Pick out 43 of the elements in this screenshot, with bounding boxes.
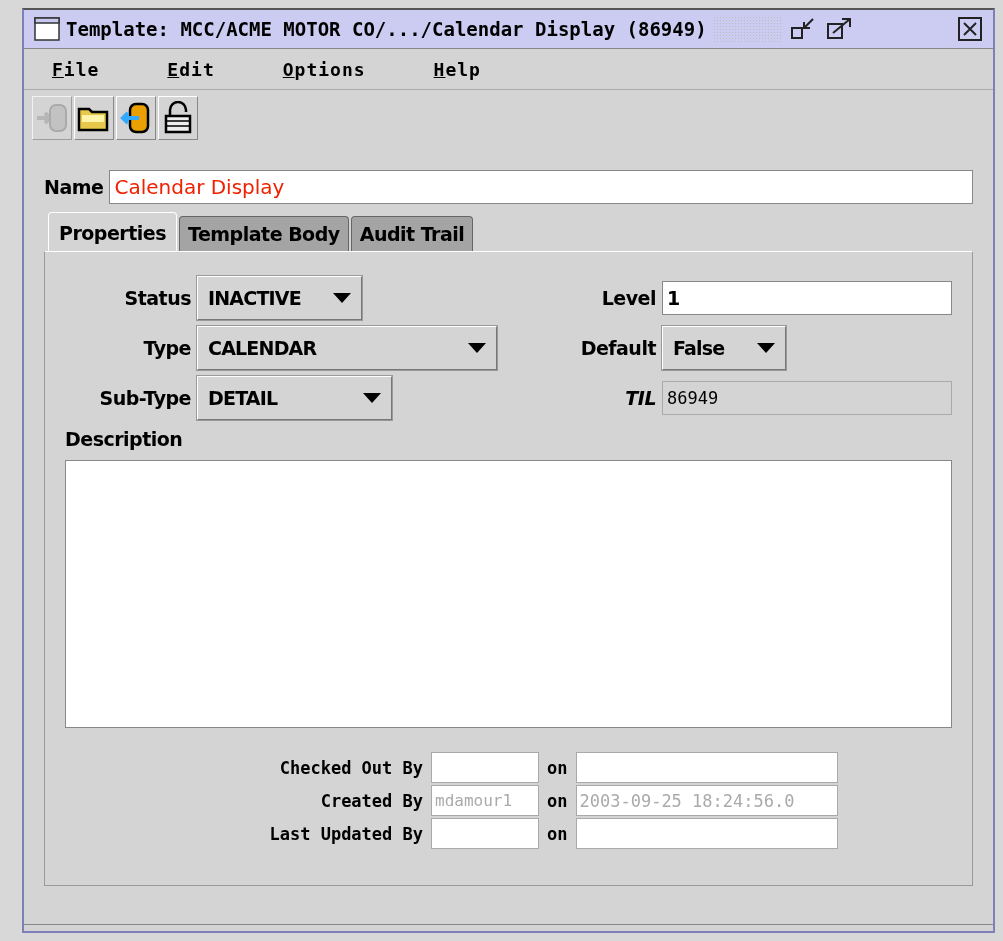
window-icon: [34, 17, 60, 41]
folder-button[interactable]: [74, 96, 114, 140]
on-label: on: [547, 790, 568, 811]
dropdown-arrow-icon: [363, 393, 381, 403]
name-field[interactable]: Calendar Display: [109, 170, 973, 204]
menu-item[interactable]: Options: [282, 58, 366, 80]
tab[interactable]: Audit Trail: [350, 216, 474, 251]
description-field[interactable]: [65, 460, 952, 728]
menu-item[interactable]: File: [52, 58, 100, 80]
tab[interactable]: Template Body: [179, 216, 349, 251]
dropdown-arrow-icon: [468, 343, 486, 353]
tab[interactable]: Properties: [48, 212, 177, 251]
name-label: Name: [44, 176, 104, 198]
dropdown[interactable]: DETAIL: [197, 376, 392, 420]
field-label: Default: [579, 337, 656, 359]
level-field[interactable]: 1: [662, 281, 952, 315]
dropdown[interactable]: INACTIVE: [197, 276, 362, 320]
field-label: Sub-Type: [98, 387, 191, 409]
description-label: Description: [65, 428, 184, 450]
audit-label: Checked Out By: [278, 757, 423, 778]
field-label: Status: [123, 287, 191, 309]
date-field[interactable]: [575, 752, 838, 783]
field-label: Level: [600, 287, 656, 309]
on-label: on: [547, 757, 568, 778]
cylinder-button[interactable]: [116, 96, 156, 140]
dropdown-arrow-icon: [757, 343, 775, 353]
window-title: Template: MCC/ACME MOTOR CO/.../Calendar Display (86949): [66, 18, 707, 40]
field-label: TIL: [624, 387, 656, 409]
menu-item[interactable]: Edit: [167, 58, 215, 80]
date-field[interactable]: [575, 818, 838, 849]
field-label: Type: [142, 337, 191, 359]
user-field[interactable]: [431, 752, 539, 783]
menu-item[interactable]: Help: [433, 58, 481, 80]
on-label: on: [547, 823, 568, 844]
user-field[interactable]: [431, 818, 539, 849]
dropdown-arrow-icon: [333, 293, 351, 303]
dropdown[interactable]: False: [662, 326, 786, 370]
close-icon[interactable]: [957, 16, 983, 42]
audit-label: Last Updated By: [269, 823, 423, 844]
id-field[interactable]: 86949: [662, 381, 952, 415]
padlock-button[interactable]: [158, 96, 198, 140]
audit-label: Created By: [319, 790, 423, 811]
dropdown[interactable]: CALENDAR: [197, 326, 497, 370]
